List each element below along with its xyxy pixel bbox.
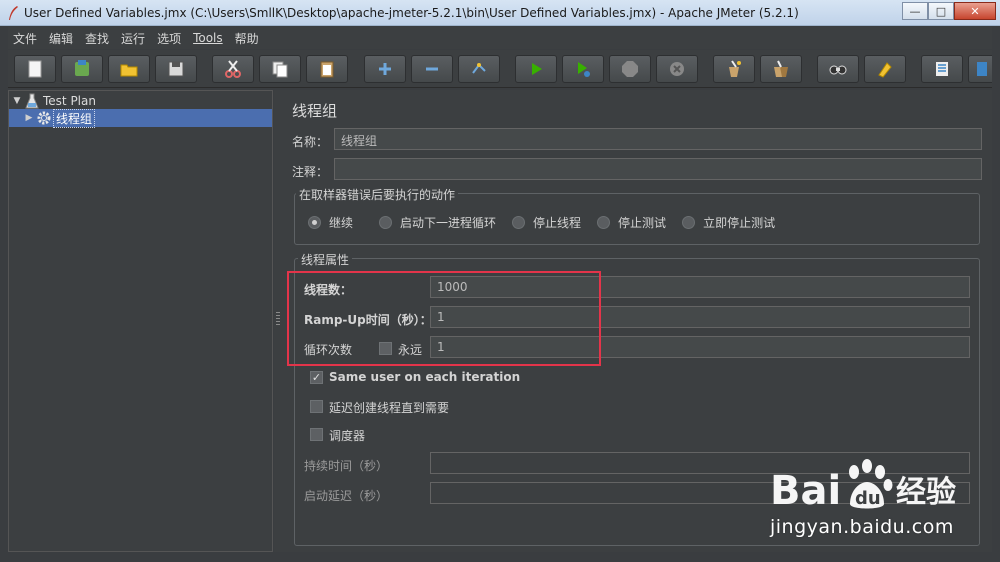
splitter-grip-icon[interactable] — [276, 312, 280, 326]
copy-icon — [272, 61, 288, 78]
radio-stop-test-now[interactable]: 立即停止测试 — [682, 214, 775, 231]
help-icon — [976, 62, 987, 76]
error-action-group-title: 在取样器错误后要执行的动作 — [296, 186, 459, 203]
radio-continue[interactable]: 继续 — [308, 214, 353, 231]
scheduler-label: 调度器 — [329, 429, 366, 443]
watermark-du-text: du — [855, 488, 881, 509]
paste-button[interactable] — [306, 55, 348, 83]
collapse-button[interactable] — [411, 55, 453, 83]
reset-search-button[interactable] — [864, 55, 906, 83]
clear-button[interactable] — [713, 55, 755, 83]
stop-button[interactable] — [609, 55, 651, 83]
menu-help[interactable]: 帮助 — [235, 30, 259, 47]
duration-label: 持续时间（秒） — [304, 459, 389, 473]
tree-item-thread-group[interactable]: ▶ 线程组 — [9, 108, 272, 128]
panel-splitter[interactable] — [274, 90, 282, 552]
window-titlebar: User Defined Variables.jmx (C:\Users\Sml… — [0, 0, 1000, 26]
templates-button[interactable] — [61, 55, 103, 83]
open-icon — [120, 64, 138, 77]
startup-delay-label: 启动延迟（秒） — [304, 489, 389, 503]
menu-options[interactable]: 选项 — [157, 30, 181, 47]
start-icon — [532, 63, 542, 75]
baidu-jingyan-watermark-logo: Bai du 经验 — [770, 459, 956, 514]
menu-edit[interactable]: 编辑 — [49, 30, 73, 47]
test-plan-tree: ▼ Test Plan ▶ 线程组 — [8, 90, 273, 552]
reset-search-icon — [878, 62, 892, 78]
radio-unselected-icon — [597, 216, 611, 229]
annotation-highlight-box — [287, 271, 601, 366]
comment-field[interactable] — [334, 158, 982, 180]
toggle-icon — [472, 63, 486, 74]
watermark-url: jingyan.baidu.com — [770, 516, 954, 538]
help-button[interactable] — [968, 55, 992, 83]
test-plan-flask-icon — [23, 93, 41, 109]
expand-arrow-icon[interactable]: ▼ — [11, 96, 23, 106]
copy-button[interactable] — [259, 55, 301, 83]
radio-start-next-loop[interactable]: 启动下一进程循环 — [379, 214, 496, 231]
radio-stop-thread[interactable]: 停止线程 — [512, 214, 581, 231]
tree-label-thread-group: 线程组 — [53, 108, 96, 128]
open-button[interactable] — [108, 55, 150, 83]
clear-icon — [729, 60, 741, 77]
page-title: 线程组 — [292, 102, 338, 120]
radio-stop-test[interactable]: 停止测试 — [597, 214, 666, 231]
delay-thread-creation-checkbox[interactable] — [310, 400, 323, 413]
close-button[interactable]: ✕ — [954, 2, 996, 20]
search-icon — [829, 65, 847, 75]
cut-icon — [225, 60, 241, 78]
name-field[interactable]: 线程组 — [334, 128, 982, 150]
same-user-label: Same user on each iteration — [329, 370, 521, 384]
collapsed-arrow-icon[interactable]: ▶ — [23, 113, 35, 123]
search-button[interactable] — [817, 55, 859, 83]
tree-item-test-plan[interactable]: ▼ Test Plan — [11, 92, 98, 110]
new-button[interactable] — [14, 55, 56, 83]
toggle-button[interactable] — [458, 55, 500, 83]
save-button[interactable] — [155, 55, 197, 83]
toolbar — [8, 50, 992, 88]
jmeter-feather-icon — [9, 6, 18, 20]
collapse-icon — [426, 67, 438, 71]
error-action-options: 继续 启动下一进程循环 停止线程 停止测试 立即停止测试 — [308, 214, 775, 231]
radio-unselected-icon — [379, 216, 393, 229]
menu-bar: 文件 编辑 查找 运行 选项 Tools 帮助 — [8, 27, 992, 49]
radio-unselected-icon — [682, 216, 696, 229]
radio-unselected-icon — [512, 216, 526, 229]
function-helper-icon — [936, 62, 948, 76]
menu-tools[interactable]: Tools — [193, 31, 223, 45]
function-helper-button[interactable] — [921, 55, 963, 83]
comment-label: 注释： — [292, 165, 329, 179]
shutdown-button[interactable] — [656, 55, 698, 83]
window-title: User Defined Variables.jmx (C:\Users\Sml… — [24, 6, 799, 20]
start-no-pause-icon — [578, 62, 590, 77]
clear-all-button[interactable] — [760, 55, 802, 83]
cut-button[interactable] — [212, 55, 254, 83]
expand-icon — [379, 63, 391, 75]
stop-icon — [622, 61, 638, 77]
menu-search[interactable]: 查找 — [85, 30, 109, 47]
shutdown-icon — [670, 62, 684, 76]
start-no-pause-button[interactable] — [562, 55, 604, 83]
maximize-button[interactable]: □ — [928, 2, 954, 20]
templates-icon — [75, 60, 89, 76]
start-button[interactable] — [515, 55, 557, 83]
paste-icon — [320, 61, 334, 78]
thread-properties-group-title: 线程属性 — [298, 251, 353, 268]
watermark-bai-text: Bai — [770, 468, 841, 514]
watermark-cn-text: 经验 — [896, 475, 956, 510]
minimize-button[interactable]: — — [902, 2, 928, 20]
expand-button[interactable] — [364, 55, 406, 83]
delay-thread-creation-label: 延迟创建线程直到需要 — [329, 401, 450, 415]
thread-group-gear-icon — [35, 110, 53, 126]
menu-file[interactable]: 文件 — [13, 30, 37, 47]
same-user-checkbox[interactable]: ✓ — [310, 371, 323, 384]
scheduler-checkbox[interactable] — [310, 428, 323, 441]
tree-label-test-plan: Test Plan — [43, 94, 96, 108]
window-controls: — □ ✕ — [902, 2, 996, 20]
save-icon — [168, 61, 184, 77]
radio-selected-icon — [308, 216, 321, 229]
clear-all-icon — [774, 60, 788, 77]
name-label: 名称： — [292, 135, 329, 149]
menu-run[interactable]: 运行 — [121, 30, 145, 47]
new-icon — [28, 60, 42, 78]
